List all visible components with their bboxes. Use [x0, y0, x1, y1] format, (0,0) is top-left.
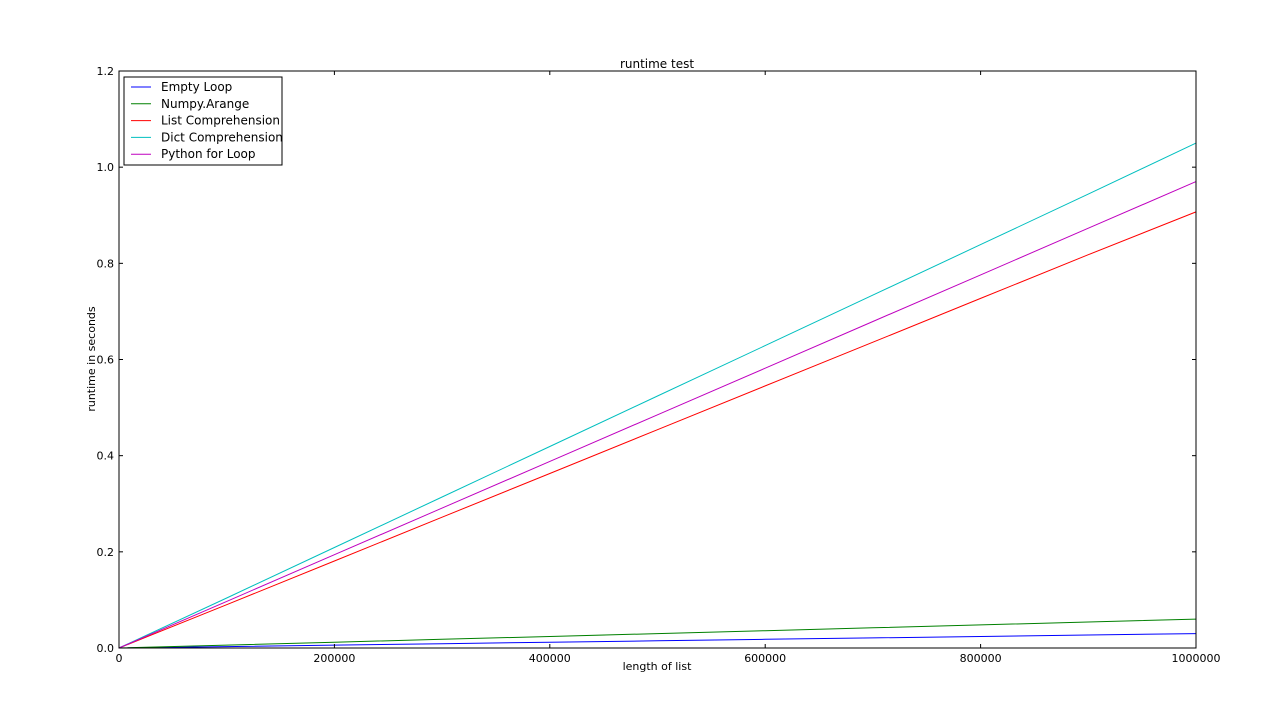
x-axis-label: length of list [623, 660, 693, 673]
y-axis-label: runtime in seconds [85, 306, 98, 412]
runtime-chart: runtime test 0 200000 400000 600000 800000 10… [85, 57, 1221, 673]
series-line-1 [118, 618, 1197, 649]
y-tick-label: 0.4 [97, 450, 115, 463]
series-line-2 [118, 211, 1197, 649]
series-line-0 [118, 633, 1197, 649]
series-line-4 [118, 181, 1197, 649]
series-line-3 [118, 142, 1197, 649]
y-tick-label: 0.0 [97, 642, 115, 655]
y-tick-label: 1.2 [97, 65, 115, 78]
legend-label-4: Python for Loop [161, 147, 256, 161]
x-tick-label: 800000 [960, 652, 1002, 665]
legend-label-0: Empty Loop [161, 80, 232, 94]
legend: Empty Loop Numpy.Arange List Comprehension… [123, 76, 283, 166]
y-tick-label: 0.8 [97, 257, 115, 270]
y-tick-label: 0.2 [97, 546, 115, 559]
y-tick-label: 1.0 [97, 161, 115, 174]
x-tick-label: 200000 [313, 652, 355, 665]
legend-label-2: List Comprehension [161, 114, 280, 128]
x-tick-label: 400000 [529, 652, 571, 665]
plot-lines [118, 142, 1197, 649]
x-tick-label: 1000000 [1172, 652, 1221, 665]
y-tick-label: 0.6 [97, 354, 115, 367]
legend-label-1: Numpy.Arange [161, 97, 249, 111]
x-tick-label: 600000 [744, 652, 786, 665]
x-tick-label: 0 [116, 652, 123, 665]
chart-title: runtime test [620, 57, 694, 71]
legend-label-3: Dict Comprehension [161, 130, 283, 144]
